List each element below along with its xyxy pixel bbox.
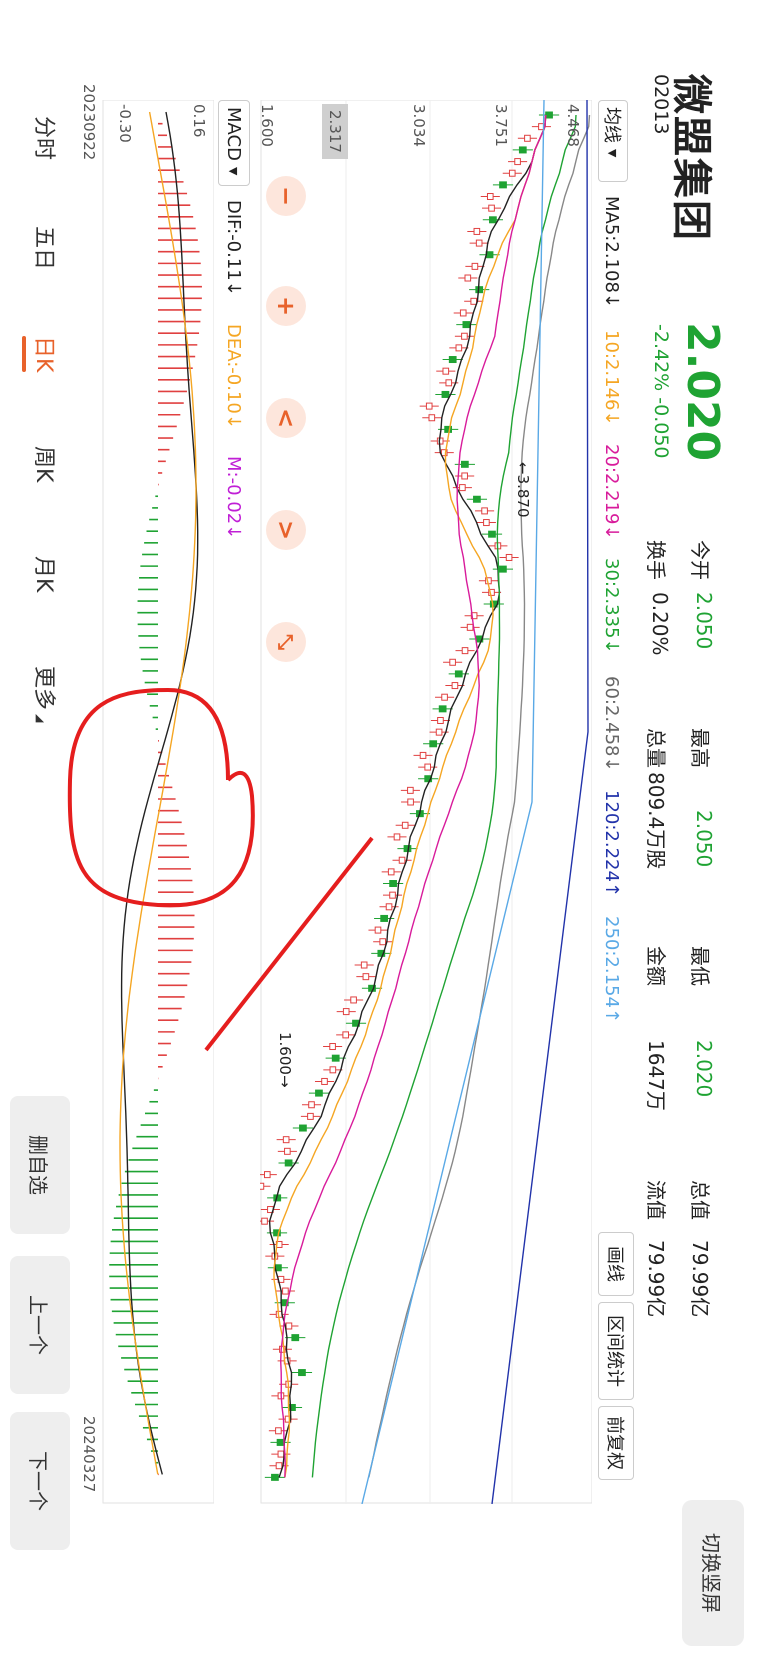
- active-tab-indicator: [22, 336, 26, 373]
- tab-more[interactable]: 更多 ◢: [30, 666, 62, 722]
- tab-five-day[interactable]: 五日: [30, 226, 62, 270]
- tab-daily-k[interactable]: 日K: [22, 336, 62, 373]
- tab-intraday[interactable]: 分时: [30, 116, 62, 160]
- tab-daily-k-label: 日K: [31, 336, 56, 373]
- next-stock-button[interactable]: 下一个: [10, 1412, 70, 1550]
- chevron-down-icon: ◢: [34, 714, 47, 723]
- tab-more-label: 更多: [31, 666, 56, 711]
- remove-watchlist-button[interactable]: 删自选: [10, 1096, 70, 1234]
- tab-weekly-k[interactable]: 周K: [30, 446, 62, 482]
- previous-stock-button[interactable]: 上一个: [10, 1256, 70, 1394]
- hand-annotation: [67, 687, 374, 1052]
- tab-monthly-k[interactable]: 月K: [30, 556, 62, 592]
